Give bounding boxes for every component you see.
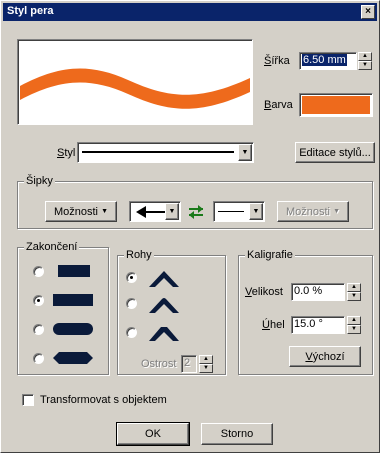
width-label: Šířka [264,55,290,67]
size-spinner[interactable]: ▲ ▼ [347,283,361,301]
transform-checkbox[interactable] [22,394,34,406]
square-cap-icon [53,294,93,306]
window-title: Styl pera [7,5,54,17]
stroke-preview [17,39,253,125]
end-arrow-dropdown[interactable]: ▼ [213,201,265,222]
start-arrow-dropdown[interactable]: ▼ [129,201,181,222]
close-icon[interactable]: × [361,5,375,19]
cancel-button[interactable]: Storno [201,423,273,445]
chevron-down-icon[interactable]: ▼ [165,203,179,220]
ending-radio-3[interactable] [33,324,44,335]
ending-radio-2[interactable] [33,295,44,306]
color-swatch[interactable] [299,93,373,117]
corner-radio-3[interactable] [126,327,137,338]
size-label: Velikost [245,286,283,298]
ending-radio-4[interactable] [33,353,44,364]
butt-cap-icon [58,265,90,277]
sharpness-input[interactable]: 2 [181,355,197,373]
sharpness-label: Ostrost [141,358,177,370]
arrows-group-label: Šipky [24,175,55,187]
sharpness-spinner[interactable]: ▲ ▼ [199,355,213,373]
round-corner-icon [147,291,181,313]
round-cap-icon [53,323,93,335]
left-arrow-icon [136,206,166,218]
angle-input[interactable]: 15.0 ° [291,316,345,334]
sharp-corner-icon [147,265,181,287]
size-input[interactable]: 0.0 % [291,283,345,301]
dialog-window: Styl pera × Šířka 6.50 mm ▲ ▼ Barva Styl … [0,0,380,453]
width-spinner[interactable]: ▲ ▼ [358,52,372,70]
default-button[interactable]: Výchozí [289,346,361,367]
calligraphy-group-label: Kaligrafie [245,249,295,261]
corner-radio-2[interactable] [126,298,137,309]
style-dropdown[interactable]: ▼ [77,142,254,163]
chevron-down-icon[interactable]: ▼ [249,203,263,220]
width-input[interactable]: 6.50 mm [299,52,357,70]
angle-label: Úhel [262,319,285,331]
transform-label: Transformovat s objektem [40,394,167,406]
stroke-preview-wave [20,68,250,109]
ok-button[interactable]: OK [116,422,190,446]
left-arrow-options-button[interactable]: Možnosti ▼ [45,201,117,222]
right-arrow-options-button[interactable]: Možnosti ▼ [277,201,349,222]
angle-spinner[interactable]: ▲ ▼ [347,316,361,334]
chevron-down-icon[interactable]: ▼ [238,144,252,161]
ending-radio-1[interactable] [33,266,44,277]
color-label: Barva [264,99,293,111]
title-bar: Styl pera × [3,3,377,21]
bevel-corner-icon [147,319,181,341]
endings-group-label: Zakončení [24,241,80,253]
pointed-cap-icon [53,352,93,364]
edit-styles-button[interactable]: Editace stylů... [295,142,375,163]
style-label: Styl [57,147,76,159]
corner-radio-1[interactable] [126,272,137,283]
line-style-sample [82,151,234,153]
corners-group-label: Rohy [124,249,154,261]
swap-arrows-icon[interactable] [185,203,207,221]
